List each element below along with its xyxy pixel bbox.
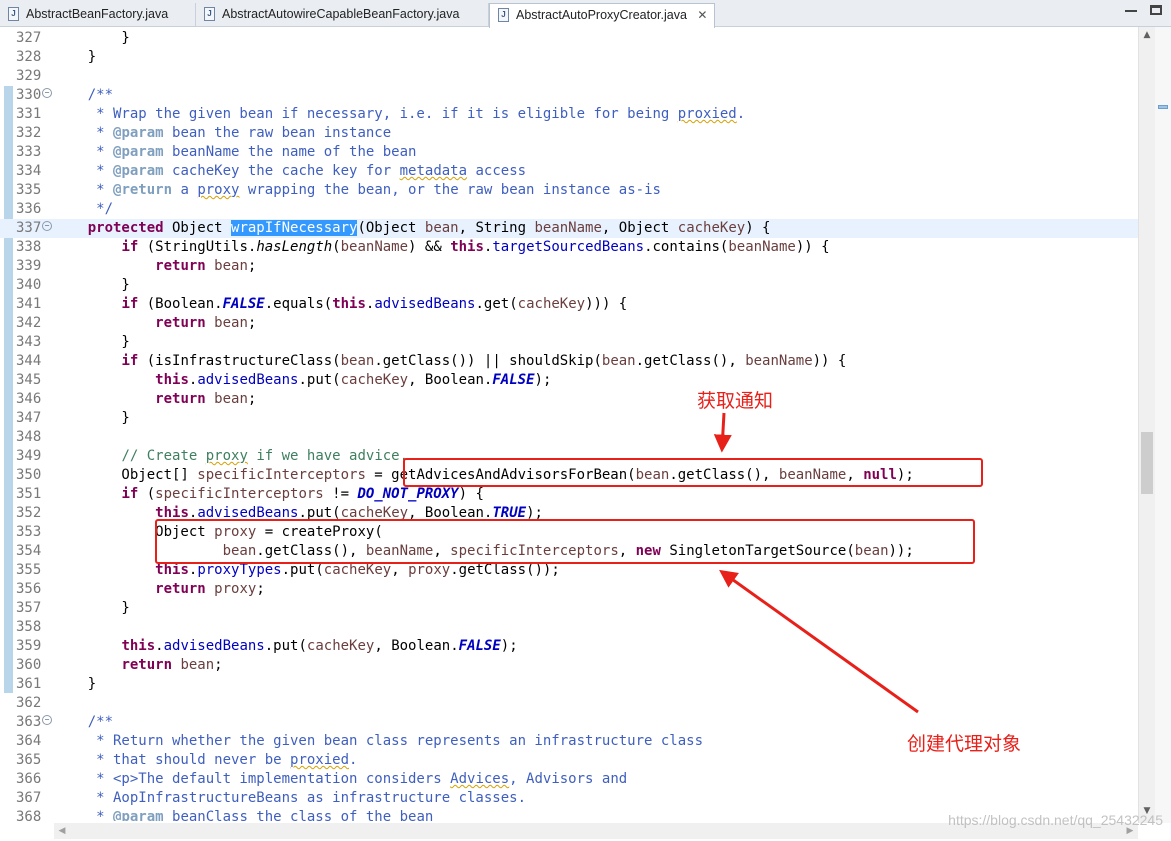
annotation-create-proxy: 创建代理对象: [907, 733, 1022, 755]
arrow-to-get-advices: [713, 412, 732, 453]
arrow-to-create-proxy: [719, 569, 919, 714]
annotation-arrows: [713, 412, 919, 714]
watermark: https://blog.csdn.net/qq_25432245: [948, 812, 1163, 828]
annotation-get-advice: 获取通知: [697, 390, 774, 412]
